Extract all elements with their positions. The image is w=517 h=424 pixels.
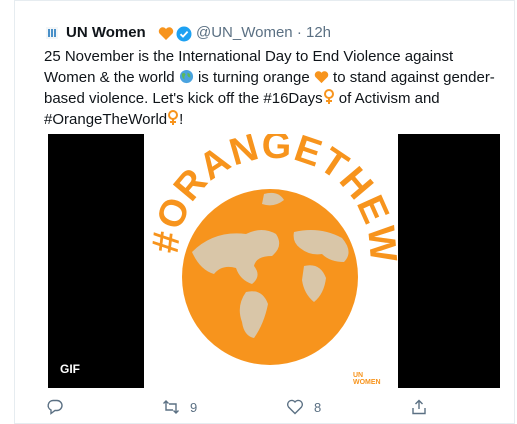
like-icon [286, 399, 304, 415]
tweet-text-part: ! [179, 111, 184, 128]
un-women-logo: UN WOMEN [353, 372, 381, 386]
retweet-button[interactable]: 9 [162, 398, 197, 416]
tweet-actions: 9 8 [46, 398, 502, 420]
display-name[interactable]: UN Women [66, 24, 146, 41]
retweet-count: 9 [190, 399, 198, 415]
orange-heart-icon [314, 71, 329, 84]
retweet-icon [163, 400, 179, 414]
timestamp[interactable]: 12h [306, 24, 331, 41]
female-sign-icon [168, 110, 179, 125]
handle[interactable]: @UN_Women [196, 24, 293, 41]
share-icon [412, 399, 426, 415]
tweet-text-part: is turning orange [193, 69, 314, 86]
share-button[interactable] [410, 398, 428, 416]
like-button[interactable]: 8 [286, 398, 321, 416]
like-count: 8 [314, 399, 322, 415]
reply-button[interactable] [46, 398, 74, 416]
brand-line2: WOMEN [353, 379, 381, 386]
globe-icon [179, 69, 193, 84]
gif-badge: GIF [60, 362, 80, 376]
reply-icon [47, 399, 63, 415]
orange-globe-artwork: #ORANGETHEWORLD [129, 134, 403, 365]
gif-artwork: #ORANGETHEWORLD UN WOMEN [129, 134, 403, 388]
tweet-text: 25 November is the International Day to … [44, 46, 500, 130]
orange-heart-icon [158, 27, 174, 40]
separator: · [296, 24, 302, 41]
gif-media[interactable]: #ORANGETHEWORLD UN WOMEN GIF [48, 134, 500, 388]
verified-icon [176, 26, 192, 42]
female-sign-icon [323, 89, 334, 104]
brand-line1: UN [353, 372, 364, 379]
un-women-avatar[interactable] [44, 25, 60, 41]
